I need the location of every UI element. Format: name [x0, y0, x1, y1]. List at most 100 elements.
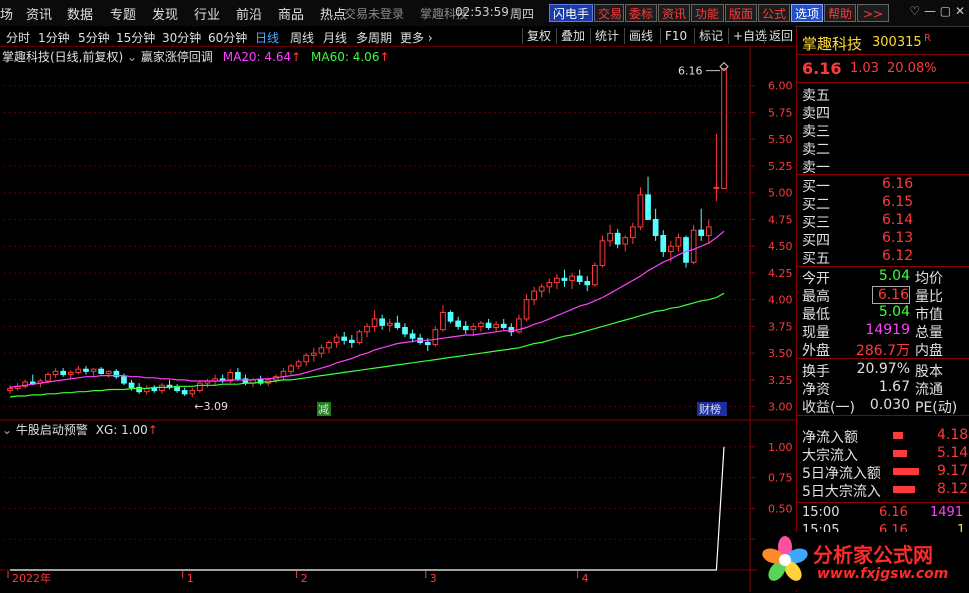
- event-marker-label: 减: [318, 403, 329, 416]
- stat-turnover-value: 20.97%: [856, 361, 910, 377]
- bid-4-row: 买四 6.13: [797, 230, 969, 249]
- menu-item-hotspot[interactable]: 热点: [320, 4, 346, 23]
- time-tick-label: 3: [430, 572, 437, 585]
- candle-body: [52, 370, 59, 376]
- formula-button[interactable]: 公式: [758, 4, 790, 22]
- menu-item-market[interactable]: 场: [0, 4, 13, 23]
- candle-body: [645, 194, 651, 220]
- period-60min[interactable]: 60分钟: [208, 29, 247, 46]
- menu-item-data[interactable]: 数据: [67, 4, 93, 23]
- ask-4-label: 卖四: [802, 106, 830, 122]
- price-tick-label: 5.50: [768, 133, 793, 146]
- flow-label: 大宗流入: [802, 448, 858, 464]
- tool-overlay[interactable]: 叠加: [556, 28, 589, 44]
- candle-body: [538, 286, 545, 292]
- period-30min[interactable]: 30分钟: [162, 29, 201, 46]
- tool-adjust[interactable]: 复权: [522, 28, 555, 44]
- menu-item-frontier[interactable]: 前沿: [236, 4, 262, 23]
- candle-body: [121, 376, 127, 384]
- stat-eps-value: 0.030: [869, 397, 910, 413]
- flow-bar: [893, 450, 907, 457]
- candle-body: [341, 336, 348, 341]
- flow-label: 5日大宗流入: [802, 484, 881, 500]
- time-tick-label: 2: [301, 572, 308, 585]
- stat-low-label: 最低: [802, 307, 830, 323]
- dropdown-icon[interactable]: ⌄: [127, 50, 141, 64]
- price-line: 6.16 1.03 20.08%: [797, 59, 969, 81]
- dropdown-icon[interactable]: ⌄: [2, 423, 16, 437]
- candle-body: [295, 361, 302, 367]
- stat-low-value: 5.04: [878, 304, 910, 320]
- stock-name: 掌趣科技: [802, 35, 863, 53]
- window-controls[interactable]: ♡ — ▢ ✕: [909, 4, 965, 18]
- period-1min[interactable]: 1分钟: [38, 29, 70, 46]
- stat-high-value: 6.16: [872, 286, 910, 304]
- bid-2-price: 6.15: [882, 194, 914, 210]
- stat-volratio-label: 量比: [915, 289, 943, 305]
- flash-trade-button[interactable]: 闪电手: [549, 4, 593, 22]
- candle-body: [690, 229, 697, 263]
- candle-body: [523, 299, 530, 320]
- tool-back[interactable]: 返回: [764, 28, 797, 44]
- menu-item-topics[interactable]: 专题: [110, 4, 136, 23]
- price-grid: [0, 47, 796, 592]
- period-5min[interactable]: 5分钟: [78, 29, 110, 46]
- period-daily[interactable]: 日线: [255, 29, 279, 46]
- flow-row: 5日大宗流入 8.12: [797, 481, 969, 500]
- candle-body: [174, 386, 180, 392]
- tool-stats[interactable]: 统计: [590, 28, 623, 44]
- xg-indicator-name[interactable]: 牛股启动预警: [16, 423, 88, 437]
- trade-button[interactable]: 交易: [594, 4, 624, 22]
- stat-outer-row: 外盘 286.7万 内盘: [797, 340, 969, 359]
- candle-body: [462, 325, 469, 331]
- period-monthly[interactable]: 月线: [323, 29, 347, 46]
- xg-value: XG: 1.00: [95, 423, 148, 437]
- flow-value: 9.17: [937, 463, 969, 479]
- kline-chart-area[interactable]: 6.00 5.75 5.50 5.25 5.00 4.75 4.50 4.25 4.00 3.75…: [0, 47, 796, 592]
- menu-item-industry[interactable]: 行业: [194, 4, 220, 23]
- xg-info-line: ⌄ 牛股启动预警 XG: 1.00↑: [2, 421, 158, 438]
- divider: [797, 174, 969, 175]
- ask-2-label: 卖二: [802, 142, 830, 158]
- ma20-line: [9, 230, 725, 388]
- candle-body: [45, 374, 51, 382]
- period-multi[interactable]: 多周期: [356, 29, 392, 46]
- bid-1-price: 6.16: [882, 176, 914, 192]
- help-button[interactable]: 帮助: [824, 4, 856, 22]
- menu-item-news[interactable]: 资讯: [26, 4, 52, 23]
- flow-bar: [893, 468, 919, 475]
- time-axis: 2022年 1 2 3 4: [7, 571, 589, 585]
- price-change: 1.03: [850, 61, 879, 76]
- period-more[interactable]: 更多 ›: [400, 29, 433, 46]
- menu-item-commodity[interactable]: 商品: [278, 4, 304, 23]
- tick-row: 15:00 6.16 1491: [797, 505, 969, 523]
- period-15min[interactable]: 15分钟: [116, 29, 155, 46]
- indicator-name[interactable]: 赢家涨停回调: [141, 50, 213, 64]
- xg-tick-label: 0.75: [768, 472, 793, 485]
- tool-mark[interactable]: 标记: [694, 28, 727, 44]
- candle-body: [660, 235, 667, 253]
- candle-body: [303, 354, 310, 363]
- price-tick-label: 4.50: [768, 240, 793, 253]
- candle-body: [455, 320, 462, 327]
- quote-panel: 掌趣科技 300315 R 6.16 1.03 20.08% 卖五 卖四 卖三 …: [796, 27, 969, 592]
- price-axis: 6.00 5.75 5.50 5.25 5.00 4.75 4.50 4.25 4.00 3.75…: [750, 80, 793, 577]
- layout-button[interactable]: 版面: [725, 4, 757, 22]
- bid-5-price: 6.12: [882, 248, 914, 264]
- candle-body: [470, 325, 477, 331]
- order-button[interactable]: 委标: [625, 4, 657, 22]
- more-button[interactable]: >>: [857, 4, 889, 22]
- period-weekly[interactable]: 周线: [290, 29, 314, 46]
- stock-code: 300315: [872, 35, 922, 50]
- candle-body: [637, 194, 644, 228]
- candle-body: [561, 277, 568, 281]
- tool-draw[interactable]: 画线: [624, 28, 657, 44]
- tick-time: 15:00: [802, 505, 840, 520]
- function-button[interactable]: 功能: [691, 4, 724, 22]
- tool-f10[interactable]: F10: [660, 28, 691, 44]
- info-button[interactable]: 资讯: [658, 4, 690, 22]
- options-button[interactable]: 选项: [791, 4, 823, 22]
- period-tick[interactable]: 分时: [6, 29, 30, 46]
- chart-annotations: 6.16 ←3.09 减 财榜: [194, 61, 729, 416]
- menu-item-discover[interactable]: 发现: [152, 4, 178, 23]
